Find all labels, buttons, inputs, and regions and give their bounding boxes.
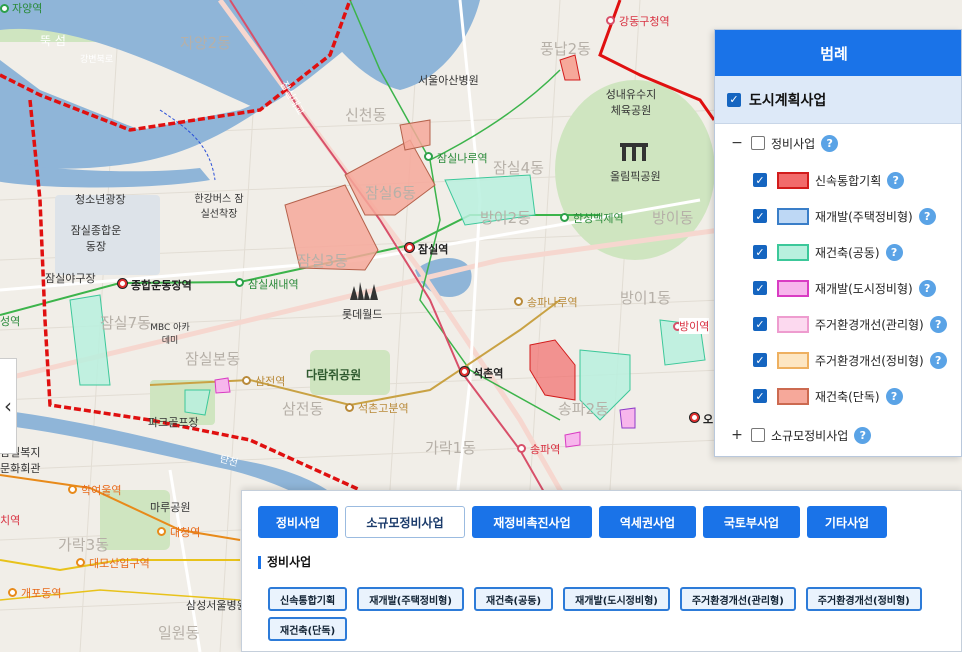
item-label: 재건축(단독) xyxy=(815,389,880,404)
station-marker[interactable] xyxy=(460,367,469,376)
help-icon[interactable]: ? xyxy=(885,243,903,261)
item-label: 재건축(공동) xyxy=(815,245,880,260)
help-icon[interactable]: ? xyxy=(918,207,936,225)
station-marker-jamsil[interactable] xyxy=(405,243,414,252)
legend-item[interactable]: 신속통합기획 ? xyxy=(715,162,961,198)
item-checkbox[interactable] xyxy=(753,317,767,331)
help-icon[interactable]: ? xyxy=(885,387,903,405)
tab-renewal-promotion[interactable]: 재정비촉진사업 xyxy=(472,506,592,538)
legend-group-small[interactable]: + 소규모정비사업 ? xyxy=(715,416,961,454)
tab-maintenance[interactable]: 정비사업 xyxy=(258,506,338,538)
station-marker[interactable] xyxy=(118,279,127,288)
legend-main-layer[interactable]: 도시계획사업 xyxy=(715,76,961,124)
legend-item[interactable]: 재건축(공동) ? xyxy=(715,234,961,270)
station-marker[interactable] xyxy=(235,278,244,287)
filter-chip[interactable]: 재건축(공동) xyxy=(473,587,554,611)
help-icon[interactable]: ? xyxy=(887,171,905,189)
chevron-left-icon: ‹ xyxy=(4,394,12,418)
station-marker[interactable] xyxy=(690,413,699,422)
item-checkbox[interactable] xyxy=(753,245,767,259)
station-marker[interactable] xyxy=(560,213,569,222)
legend-swatch xyxy=(777,171,809,189)
filter-chips: 신속통합기획 재개발(주택정비형) 재건축(공동) 재개발(도시정비형) 주거환… xyxy=(268,587,948,647)
section-title: 정비사업 xyxy=(258,556,311,569)
filter-chip[interactable]: 신속통합기획 xyxy=(268,587,348,611)
help-icon[interactable]: ? xyxy=(918,279,936,297)
station-marker[interactable] xyxy=(424,152,433,161)
item-label: 주거환경개선(정비형) xyxy=(815,353,924,368)
filter-chip[interactable]: 재개발(주택정비형) xyxy=(357,587,464,611)
help-icon[interactable]: ? xyxy=(929,351,947,369)
legend-main-label: 도시계획사업 xyxy=(749,92,827,109)
legend-swatch xyxy=(777,387,809,405)
sports-complex-area xyxy=(55,195,160,275)
group-checkbox[interactable] xyxy=(751,136,765,150)
station-marker[interactable] xyxy=(517,444,526,453)
item-checkbox[interactable] xyxy=(753,173,767,187)
item-checkbox[interactable] xyxy=(753,353,767,367)
group-checkbox[interactable] xyxy=(751,428,765,442)
item-label: 신속통합기획 xyxy=(815,173,882,188)
project-tabs: 정비사업 소규모정비사업 재정비촉진사업 역세권사업 국토부사업 기타사업 xyxy=(258,506,894,538)
tab-small-maintenance[interactable]: 소규모정비사업 xyxy=(345,506,465,538)
legend-swatch xyxy=(777,207,809,225)
legend-item[interactable]: 재개발(도시정비형) ? xyxy=(715,270,961,306)
station-marker[interactable] xyxy=(606,16,615,25)
legend-group-maintenance[interactable]: − 정비사업 ? xyxy=(715,124,961,162)
tab-station-area[interactable]: 역세권사업 xyxy=(599,506,696,538)
daramjwi-park-area xyxy=(310,350,390,395)
item-label: 주거환경개선(관리형) xyxy=(815,317,924,332)
group-label: 정비사업 xyxy=(771,136,816,151)
legend-item[interactable]: 재건축(단독) ? xyxy=(715,378,961,414)
legend-panel: 범례 도시계획사업 − 정비사업 ? 신속통합기획 ? 재개발(주택정비형) ?… xyxy=(714,29,962,457)
legend-swatch xyxy=(777,315,809,333)
filter-chip[interactable]: 주거환경개선(정비형) xyxy=(805,587,922,611)
legend-swatch xyxy=(777,243,809,261)
station-marker[interactable] xyxy=(76,558,85,567)
legend-item[interactable]: 재개발(주택정비형) ? xyxy=(715,198,961,234)
station-marker[interactable] xyxy=(68,485,77,494)
station-marker[interactable] xyxy=(0,4,9,13)
filter-chip[interactable]: 재개발(도시정비형) xyxy=(563,587,670,611)
item-checkbox[interactable] xyxy=(753,389,767,403)
expand-icon[interactable]: + xyxy=(731,427,743,443)
station-marker[interactable] xyxy=(157,527,166,536)
filter-chip[interactable]: 재건축(단독) xyxy=(268,617,348,641)
legend-title: 범례 xyxy=(715,30,961,76)
item-checkbox[interactable] xyxy=(753,281,767,295)
filter-chip[interactable]: 주거환경개선(관리형) xyxy=(679,587,796,611)
left-panel-toggle[interactable]: ‹ xyxy=(0,358,17,454)
project-filter-panel: 정비사업 소규모정비사업 재정비촉진사업 역세권사업 국토부사업 기타사업 정비… xyxy=(241,490,962,652)
help-icon[interactable]: ? xyxy=(821,134,839,152)
olympic-park-icon xyxy=(620,143,648,161)
legend-main-checkbox[interactable] xyxy=(727,92,741,107)
group-label: 소규모정비사업 xyxy=(771,428,849,443)
legend-item[interactable]: 주거환경개선(정비형) ? xyxy=(715,342,961,378)
collapse-icon[interactable]: − xyxy=(731,135,743,151)
station-marker[interactable] xyxy=(242,376,251,385)
station-marker[interactable] xyxy=(345,403,354,412)
station-marker[interactable] xyxy=(8,588,17,597)
help-icon[interactable]: ? xyxy=(929,315,947,333)
legend-item[interactable]: 주거환경개선(관리형) ? xyxy=(715,306,961,342)
item-checkbox[interactable] xyxy=(753,209,767,223)
station-marker[interactable] xyxy=(514,297,523,306)
item-label: 재개발(주택정비형) xyxy=(815,209,913,224)
legend-swatch xyxy=(777,279,809,297)
tab-etc[interactable]: 기타사업 xyxy=(807,506,887,538)
tab-molit[interactable]: 국토부사업 xyxy=(703,506,800,538)
item-label: 재개발(도시정비형) xyxy=(815,281,913,296)
station-marker[interactable] xyxy=(673,322,682,331)
help-icon[interactable]: ? xyxy=(854,426,872,444)
legend-swatch xyxy=(777,351,809,369)
